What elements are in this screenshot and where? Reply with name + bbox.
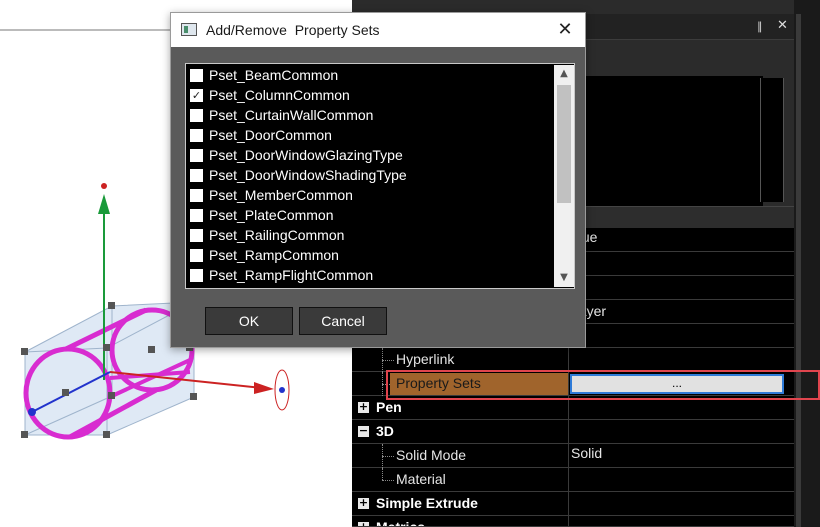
expand-icon[interactable]: + bbox=[358, 497, 369, 509]
add-remove-property-sets-dialog: Add/Remove Property Sets ✕ Pset_BeamComm… bbox=[170, 12, 586, 348]
checkbox-checked[interactable]: ✓ bbox=[190, 89, 203, 102]
y-axis-arrow-icon bbox=[98, 194, 110, 214]
3d-category-label: 3D bbox=[376, 423, 394, 439]
category-row-metrics[interactable]: + Metrics bbox=[352, 516, 794, 527]
scroll-down-icon[interactable]: ▼ bbox=[554, 269, 574, 287]
checkbox[interactable] bbox=[190, 249, 203, 262]
collapse-icon[interactable]: − bbox=[358, 425, 369, 437]
scroll-up-icon[interactable]: ▲ bbox=[554, 65, 574, 83]
dialog-body: Pset_BeamCommon ✓ Pset_ColumnCommon Pset_Cu… bbox=[171, 47, 585, 347]
category-row-simple-extrude[interactable]: + Simple Extrude bbox=[352, 492, 794, 516]
cancel-button[interactable]: Cancel bbox=[299, 307, 387, 335]
property-row-material[interactable]: Material bbox=[352, 468, 794, 492]
category-row-3d[interactable]: − 3D bbox=[352, 420, 794, 444]
checkbox[interactable] bbox=[190, 229, 203, 242]
list-item[interactable]: Pset_RampFlightCommon bbox=[188, 266, 552, 286]
list-item-label: Pset_DoorCommon bbox=[209, 127, 332, 143]
list-item-label: Pset_ColumnCommon bbox=[209, 87, 350, 103]
property-sets-list[interactable]: Pset_BeamCommon ✓ Pset_ColumnCommon Pset_Cu… bbox=[185, 63, 575, 289]
preview-divider bbox=[760, 78, 784, 202]
checkbox[interactable] bbox=[190, 149, 203, 162]
expand-icon[interactable]: + bbox=[358, 401, 369, 413]
dialog-title-bar: Add/Remove Property Sets ✕ bbox=[171, 13, 585, 47]
solid-mode-label: Solid Mode bbox=[396, 447, 467, 463]
checkbox[interactable] bbox=[190, 209, 203, 222]
checkbox[interactable] bbox=[190, 129, 203, 142]
checkbox[interactable] bbox=[190, 109, 203, 122]
ok-button[interactable]: OK bbox=[205, 307, 293, 335]
property-row-hyperlink[interactable]: Hyperlink bbox=[352, 348, 794, 372]
list-item[interactable]: Pset_CurtainWallCommon bbox=[188, 106, 552, 126]
dialog-title: Add/Remove Property Sets bbox=[206, 22, 380, 38]
z-axis-handle-icon[interactable] bbox=[28, 408, 36, 416]
checkbox[interactable] bbox=[190, 189, 203, 202]
property-row-solid-mode[interactable]: Solid Mode Solid bbox=[352, 444, 794, 468]
x-axis-arrow-icon bbox=[254, 382, 274, 394]
simple-extrude-category-label: Simple Extrude bbox=[376, 495, 478, 511]
checkbox[interactable] bbox=[190, 269, 203, 282]
metrics-category-label: Metrics bbox=[376, 519, 426, 527]
close-icon[interactable]: ✕ bbox=[551, 19, 579, 43]
checkbox[interactable] bbox=[190, 69, 203, 82]
list-item[interactable]: Pset_BeamCommon bbox=[188, 66, 552, 86]
property-row-property-sets[interactable]: Property Sets ... bbox=[352, 372, 794, 396]
list-item-label: Pset_RampFlightCommon bbox=[209, 267, 374, 283]
list-item[interactable]: Pset_DoorWindowShadingType bbox=[188, 166, 552, 186]
property-sets-edit-button[interactable]: ... bbox=[570, 374, 784, 394]
pin-icon[interactable]: ∥ bbox=[757, 20, 763, 33]
list-item[interactable]: Pset_RampCommon bbox=[188, 246, 552, 266]
solid-mode-value[interactable]: Solid bbox=[571, 445, 602, 461]
list-scrollbar[interactable]: ▲ ▼ bbox=[554, 65, 574, 287]
list-item-label: Pset_BeamCommon bbox=[209, 67, 339, 83]
panel-edge bbox=[794, 0, 820, 527]
scroll-thumb[interactable] bbox=[557, 85, 571, 203]
list-item-label: Pset_RampCommon bbox=[209, 247, 339, 263]
list-item[interactable]: Pset_DoorCommon bbox=[188, 126, 552, 146]
list-item-label: Pset_DoorWindowShadingType bbox=[209, 167, 407, 183]
y-axis-handle-icon[interactable] bbox=[101, 183, 107, 189]
list-item-label: Pset_CurtainWallCommon bbox=[209, 107, 374, 123]
category-row-pen[interactable]: + Pen bbox=[352, 396, 794, 420]
list-item-label: Pset_MemberCommon bbox=[209, 187, 353, 203]
window-app-icon bbox=[181, 23, 197, 36]
pen-category-label: Pen bbox=[376, 399, 402, 415]
property-sets-label: Property Sets bbox=[396, 375, 481, 391]
list-item[interactable]: ✓ Pset_ColumnCommon bbox=[188, 86, 552, 106]
list-item[interactable]: Pset_MemberCommon bbox=[188, 186, 552, 206]
list-item-label: Pset_PlateCommon bbox=[209, 207, 334, 223]
hyperlink-label: Hyperlink bbox=[396, 351, 455, 367]
expand-icon[interactable]: + bbox=[358, 521, 369, 526]
list-item[interactable]: Pset_DoorWindowGlazingType bbox=[188, 146, 552, 166]
x-axis-handle-icon[interactable] bbox=[279, 387, 285, 393]
close-icon[interactable]: ✕ bbox=[777, 18, 788, 33]
checkbox[interactable] bbox=[190, 169, 203, 182]
list-item-label: Pset_DoorWindowGlazingType bbox=[209, 147, 403, 163]
list-item[interactable]: Pset_RailingCommon bbox=[188, 226, 552, 246]
list-item-label: Pset_RailingCommon bbox=[209, 227, 345, 243]
list-item[interactable]: Pset_PlateCommon bbox=[188, 206, 552, 226]
material-label: Material bbox=[396, 471, 446, 487]
